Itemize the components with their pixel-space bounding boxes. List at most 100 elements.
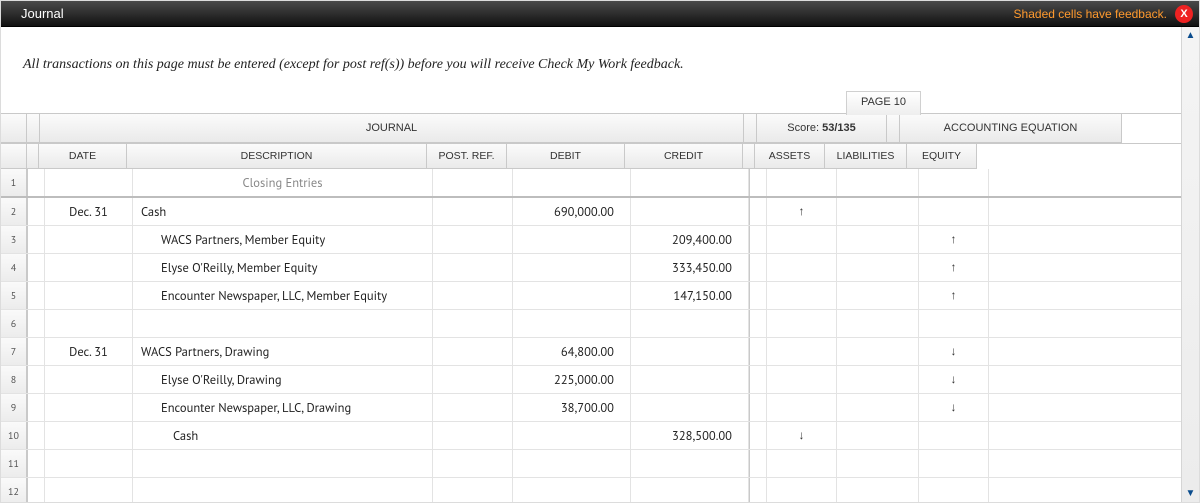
cell-credit[interactable] xyxy=(631,478,749,502)
scroll-up-icon[interactable]: ▲ xyxy=(1182,27,1199,44)
cell-liabilities[interactable] xyxy=(837,169,919,196)
cell-post-ref[interactable] xyxy=(433,226,513,253)
cell-date[interactable] xyxy=(45,366,133,393)
cell-debit[interactable]: 38,700.00 xyxy=(513,394,631,421)
cell-assets[interactable] xyxy=(767,338,837,365)
cell-post-ref[interactable] xyxy=(433,478,513,502)
cell-liabilities[interactable] xyxy=(837,338,919,365)
cell-credit[interactable]: 147,150.00 xyxy=(631,282,749,309)
cell-post-ref[interactable] xyxy=(433,394,513,421)
cell-assets[interactable] xyxy=(767,169,837,196)
cell-date[interactable] xyxy=(45,310,133,337)
cell-assets[interactable]: ↑ xyxy=(767,198,837,225)
cell-description[interactable]: Cash xyxy=(133,422,433,449)
cell-liabilities[interactable] xyxy=(837,254,919,281)
cell-description[interactable]: Cash xyxy=(133,198,433,225)
cell-liabilities[interactable] xyxy=(837,198,919,225)
cell-date[interactable] xyxy=(45,394,133,421)
cell-post-ref[interactable] xyxy=(433,282,513,309)
cell-debit[interactable] xyxy=(513,254,631,281)
cell-debit[interactable]: 690,000.00 xyxy=(513,198,631,225)
cell-date[interactable] xyxy=(45,282,133,309)
cell-debit[interactable] xyxy=(513,169,631,196)
vertical-scrollbar[interactable]: ▲ ▼ xyxy=(1181,27,1199,502)
cell-equity[interactable] xyxy=(919,169,989,196)
cell-liabilities[interactable] xyxy=(837,226,919,253)
cell-description[interactable]: WACS Partners, Member Equity xyxy=(133,226,433,253)
cell-description[interactable]: Encounter Newspaper, LLC, Member Equity xyxy=(133,282,433,309)
cell-assets[interactable]: ↓ xyxy=(767,422,837,449)
cell-credit[interactable] xyxy=(631,450,749,477)
cell-date[interactable] xyxy=(45,226,133,253)
cell-equity[interactable]: ↑ xyxy=(919,282,989,309)
cell-post-ref[interactable] xyxy=(433,198,513,225)
cell-assets[interactable] xyxy=(767,478,837,502)
cell-equity[interactable] xyxy=(919,478,989,502)
cell-equity[interactable]: ↑ xyxy=(919,254,989,281)
cell-credit[interactable]: 328,500.00 xyxy=(631,422,749,449)
cell-equity[interactable] xyxy=(919,450,989,477)
cell-post-ref[interactable] xyxy=(433,254,513,281)
cell-liabilities[interactable] xyxy=(837,478,919,502)
cell-debit[interactable] xyxy=(513,310,631,337)
cell-description[interactable] xyxy=(133,310,433,337)
cell-description[interactable]: Elyse O'Reilly, Drawing xyxy=(133,366,433,393)
cell-assets[interactable] xyxy=(767,282,837,309)
cell-liabilities[interactable] xyxy=(837,310,919,337)
cell-credit[interactable] xyxy=(631,366,749,393)
cell-date[interactable] xyxy=(45,478,133,502)
cell-credit[interactable] xyxy=(631,310,749,337)
cell-debit[interactable] xyxy=(513,226,631,253)
cell-equity[interactable]: ↓ xyxy=(919,394,989,421)
cell-credit[interactable]: 333,450.00 xyxy=(631,254,749,281)
cell-post-ref[interactable] xyxy=(433,422,513,449)
cell-equity[interactable] xyxy=(919,422,989,449)
cell-description[interactable]: WACS Partners, Drawing xyxy=(133,338,433,365)
cell-date[interactable]: Dec. 31 xyxy=(45,338,133,365)
cell-assets[interactable] xyxy=(767,450,837,477)
cell-debit[interactable] xyxy=(513,282,631,309)
cell-liabilities[interactable] xyxy=(837,394,919,421)
cell-credit[interactable] xyxy=(631,394,749,421)
scroll-down-icon[interactable]: ▼ xyxy=(1182,485,1199,502)
cell-debit[interactable]: 225,000.00 xyxy=(513,366,631,393)
cell-liabilities[interactable] xyxy=(837,450,919,477)
cell-credit[interactable] xyxy=(631,169,749,196)
cell-assets[interactable] xyxy=(767,394,837,421)
cell-credit[interactable] xyxy=(631,198,749,225)
cell-date[interactable] xyxy=(45,450,133,477)
cell-debit[interactable]: 64,800.00 xyxy=(513,338,631,365)
cell-credit[interactable]: 209,400.00 xyxy=(631,226,749,253)
cell-assets[interactable] xyxy=(767,226,837,253)
cell-assets[interactable] xyxy=(767,366,837,393)
cell-description[interactable] xyxy=(133,478,433,502)
cell-date[interactable] xyxy=(45,169,133,196)
close-icon[interactable]: X xyxy=(1175,5,1193,23)
cell-equity[interactable] xyxy=(919,310,989,337)
cell-date[interactable] xyxy=(45,422,133,449)
cell-equity[interactable]: ↑ xyxy=(919,226,989,253)
cell-debit[interactable] xyxy=(513,422,631,449)
cell-post-ref[interactable] xyxy=(433,366,513,393)
cell-post-ref[interactable] xyxy=(433,338,513,365)
cell-liabilities[interactable] xyxy=(837,282,919,309)
scrollbar-track[interactable] xyxy=(1182,44,1199,485)
cell-description[interactable] xyxy=(133,450,433,477)
cell-debit[interactable] xyxy=(513,450,631,477)
cell-post-ref[interactable] xyxy=(433,169,513,196)
cell-date[interactable]: Dec. 31 xyxy=(45,198,133,225)
cell-liabilities[interactable] xyxy=(837,422,919,449)
cell-post-ref[interactable] xyxy=(433,310,513,337)
cell-debit[interactable] xyxy=(513,478,631,502)
cell-date[interactable] xyxy=(45,254,133,281)
cell-assets[interactable] xyxy=(767,254,837,281)
cell-description[interactable]: Encounter Newspaper, LLC, Drawing xyxy=(133,394,433,421)
section-title[interactable]: Closing Entries xyxy=(133,169,433,196)
cell-post-ref[interactable] xyxy=(433,450,513,477)
cell-equity[interactable]: ↓ xyxy=(919,338,989,365)
cell-equity[interactable]: ↓ xyxy=(919,366,989,393)
cell-liabilities[interactable] xyxy=(837,366,919,393)
cell-equity[interactable] xyxy=(919,198,989,225)
cell-credit[interactable] xyxy=(631,338,749,365)
cell-assets[interactable] xyxy=(767,310,837,337)
